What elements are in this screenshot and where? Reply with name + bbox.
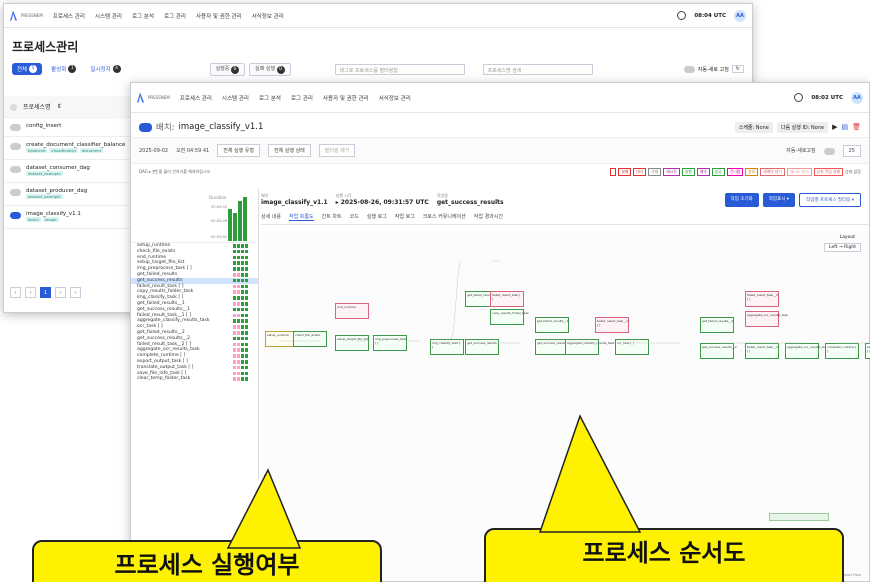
callout-pointers: [226, 414, 642, 549]
pointer-left: [226, 468, 302, 549]
pointer-right: [538, 414, 642, 533]
